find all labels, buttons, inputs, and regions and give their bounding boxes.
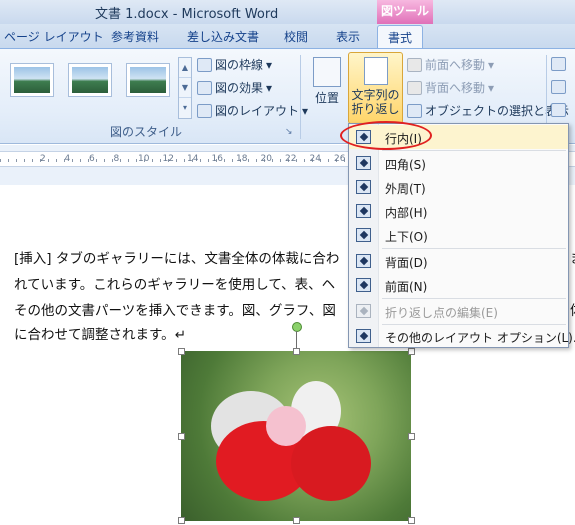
- bring-forward-icon: [407, 57, 422, 72]
- resize-handle[interactable]: [408, 517, 415, 524]
- rotation-handle[interactable]: [292, 322, 302, 332]
- picture-style-thumbnail[interactable]: [10, 63, 54, 97]
- behind-text-icon: [356, 254, 371, 268]
- menu-item-behind-text[interactable]: 背面(D): [349, 249, 568, 273]
- tab-view[interactable]: 表示: [336, 28, 360, 45]
- document-line[interactable]: [挿入] タブのギャラリーには、文書全体の体裁に合わ: [14, 247, 339, 267]
- wrap-text-button[interactable]: 文字列の 折り返し: [348, 52, 403, 124]
- picture-style-thumbnail[interactable]: [126, 63, 170, 97]
- window-title: 文書 1.docx - Microsoft Word: [95, 7, 279, 22]
- wrap-text-icon: [363, 57, 388, 85]
- ruler-number: 26: [334, 154, 346, 164]
- in-front-text-icon: [356, 278, 371, 292]
- tab-format[interactable]: 書式: [377, 25, 424, 48]
- menu-item-more-layout-options[interactable]: その他のレイアウト オプション(L)...: [349, 324, 575, 348]
- resize-handle[interactable]: [293, 517, 300, 524]
- flower-petal: [266, 406, 306, 446]
- pencil-icon: [197, 57, 212, 72]
- picture-tools-context-header: 図ツール: [377, 0, 433, 24]
- highlight-circle-annotation: [340, 121, 432, 150]
- tab-mailings[interactable]: 差し込み文書: [187, 28, 259, 45]
- bring-forward-button[interactable]: 前面へ移動 ▾: [407, 56, 494, 73]
- ruler-number: 16: [211, 154, 223, 164]
- document-line[interactable]: その他の文書パーツを挿入できます。図、グラフ、図: [14, 299, 336, 319]
- ruler-number: 22: [285, 154, 297, 164]
- position-button[interactable]: 位置: [310, 57, 344, 105]
- resize-handle[interactable]: [178, 348, 185, 355]
- group-separator: [300, 55, 301, 139]
- send-backward-button[interactable]: 背面へ移動 ▾: [407, 79, 494, 96]
- ruler-number: 18: [236, 154, 248, 164]
- wrap-text-label-line1: 文字列の: [351, 88, 400, 102]
- resize-handle[interactable]: [293, 348, 300, 355]
- scroll-up-icon[interactable]: ▲: [179, 58, 191, 78]
- ruler-number: 24: [309, 154, 321, 164]
- square-wrap-icon: [356, 156, 371, 170]
- selection-pane-button[interactable]: オブジェクトの選択と表示: [407, 102, 569, 119]
- tab-references[interactable]: 参考資料: [111, 28, 159, 45]
- ruler-number: 10: [138, 154, 150, 164]
- flower-petal: [291, 426, 371, 501]
- selection-pane-icon: [407, 103, 422, 118]
- document-line-fragment[interactable]: 体: [570, 299, 575, 319]
- tab-review[interactable]: 校閲: [284, 28, 308, 45]
- gallery-scroll[interactable]: ▲ ▼ ▾: [178, 57, 192, 119]
- ribbon-tab-row: ページ レイアウト 参考資料 差し込み文書 校閲 表示 書式: [0, 24, 575, 48]
- through-wrap-icon: [356, 204, 371, 218]
- menu-item-tight[interactable]: 外周(T): [349, 175, 568, 199]
- document-line[interactable]: に合わせて調整されます。↵: [14, 323, 186, 343]
- top-bottom-wrap-icon: [356, 228, 371, 242]
- group-label-picture-styles: 図のスタイル: [110, 125, 183, 139]
- ruler-number: 6: [89, 154, 95, 164]
- resize-handle[interactable]: [408, 348, 415, 355]
- dialog-launcher-icon[interactable]: ↘: [285, 127, 293, 137]
- picture-layout-icon: [197, 103, 212, 118]
- tight-wrap-icon: [356, 180, 371, 194]
- tab-page-layout[interactable]: ページ レイアウト: [4, 28, 104, 45]
- picture-style-thumbnail[interactable]: [68, 63, 112, 97]
- ruler-number: 8: [113, 154, 120, 164]
- align-icon[interactable]: [551, 57, 566, 71]
- menu-item-top-bottom[interactable]: 上下(O): [349, 223, 568, 247]
- menu-item-square[interactable]: 四角(S): [349, 151, 568, 175]
- title-bar: 文書 1.docx - Microsoft Word: [0, 0, 575, 24]
- rotate-icon[interactable]: [551, 103, 566, 117]
- ruler-number: 14: [187, 154, 199, 164]
- resize-handle[interactable]: [408, 433, 415, 440]
- menu-item-edit-wrap-points[interactable]: 折り返し点の編集(E): [349, 299, 568, 323]
- edit-wrap-points-icon: [356, 304, 371, 318]
- picture-effects-icon: [197, 80, 212, 95]
- wrap-text-label-line2: 折り返し: [351, 102, 400, 116]
- menu-item-through[interactable]: 内部(H): [349, 199, 568, 223]
- send-backward-icon: [407, 80, 422, 95]
- resize-handle[interactable]: [178, 433, 185, 440]
- scroll-down-icon[interactable]: ▼: [179, 78, 191, 98]
- resize-handle[interactable]: [178, 517, 185, 524]
- document-line[interactable]: れています。これらのギャラリーを使用して、表、ヘ: [14, 273, 335, 293]
- ruler-number: 4: [64, 154, 71, 164]
- ruler-number: 12: [162, 154, 174, 164]
- group-icon[interactable]: [551, 80, 566, 94]
- layout-options-icon: [356, 329, 371, 343]
- menu-item-in-front-of-text[interactable]: 前面(N): [349, 273, 568, 297]
- inline-picture[interactable]: [181, 351, 411, 521]
- picture-effects-button[interactable]: 図の効果 ▾: [197, 79, 272, 96]
- gallery-more-icon[interactable]: ▾: [179, 98, 191, 118]
- picture-layout-button[interactable]: 図のレイアウト ▾: [197, 102, 308, 119]
- picture-border-button[interactable]: 図の枠線 ▾: [197, 56, 272, 73]
- document-line-fragment[interactable]: ま: [570, 247, 575, 267]
- position-icon: [313, 57, 341, 87]
- ruler-number: 2: [40, 154, 46, 164]
- ruler-number: 20: [260, 154, 272, 164]
- wrap-text-menu: 行内(I) 四角(S) 外周(T) 内部(H) 上下(O) 背面(D) 前面(N…: [348, 123, 575, 348]
